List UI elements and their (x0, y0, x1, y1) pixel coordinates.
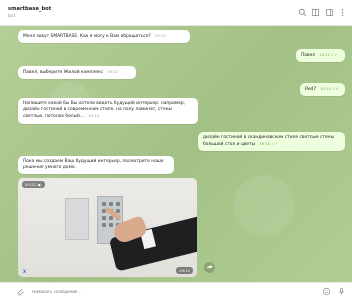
message-time: 19:12 (320, 86, 332, 91)
forward-button[interactable] (204, 262, 215, 273)
microphone-icon[interactable] (337, 287, 346, 296)
read-check-icon: ✓✓ (271, 141, 278, 147)
chat-title[interactable]: smartbase_bot (8, 6, 51, 12)
outgoing-message[interactable]: Павел 19:12✓✓ (296, 49, 345, 63)
read-check-icon: ✓✓ (331, 52, 338, 57)
message-text: Пока мы создаем Ваш будущий интерьер, по… (23, 159, 164, 171)
video-time: 19:12 (176, 267, 193, 274)
brand-logo: X (23, 269, 27, 274)
volume-icon[interactable]: ◀) (37, 182, 41, 187)
incoming-message[interactable]: Напишите какой бы Вы хотели видеть будущ… (18, 98, 198, 124)
message-text: Павел, выберите Жилой комплекс (23, 70, 104, 75)
message-time: 19:12 (319, 52, 331, 57)
message-composer (0, 282, 352, 300)
message-input[interactable] (32, 288, 282, 295)
emoji-icon[interactable] (322, 287, 331, 296)
message-time: 19:12 (107, 69, 119, 74)
message-time: 19:12 (259, 141, 271, 147)
message-time: 19:12 (154, 33, 166, 38)
more-icon[interactable] (338, 8, 347, 17)
incoming-message[interactable]: Павел, выберите Жилой комплекс 19:12 (18, 66, 136, 80)
read-check-icon: ✓✓ (332, 86, 339, 91)
search-icon[interactable] (298, 8, 307, 17)
incoming-message[interactable]: Пока мы создаем Ваш будущий интерьер, по… (18, 156, 174, 175)
sidebar-icon[interactable] (325, 8, 334, 17)
outgoing-message[interactable]: дизайн гостиной в скандинавском стиле св… (198, 132, 345, 152)
message-text: Меня зовут SMARTBASE. Как я могу к Вам о… (23, 34, 151, 39)
chat-header: smartbase_bot bot (0, 0, 352, 26)
message-text: Павел (301, 53, 316, 58)
video-attachment[interactable]: 00:22 ◀) X 19:12 (18, 178, 197, 277)
video-duration-badge: 00:22 ◀) (22, 181, 45, 188)
outgoing-message[interactable]: Red7 19:12✓✓ (300, 83, 345, 97)
attach-icon[interactable] (16, 287, 25, 296)
columns-icon[interactable] (311, 8, 320, 17)
message-text: Red7 (305, 87, 317, 92)
wall-panel (65, 198, 89, 240)
message-time: 19:12 (88, 113, 100, 119)
message-text: Напишите какой бы Вы хотели видеть будущ… (23, 101, 186, 120)
video-duration: 00:22 (25, 182, 36, 187)
incoming-message[interactable]: Меня зовут SMARTBASE. Как я могу к Вам о… (18, 30, 190, 44)
chat-subtitle: bot (8, 14, 16, 19)
forward-arrow-icon (207, 264, 213, 269)
